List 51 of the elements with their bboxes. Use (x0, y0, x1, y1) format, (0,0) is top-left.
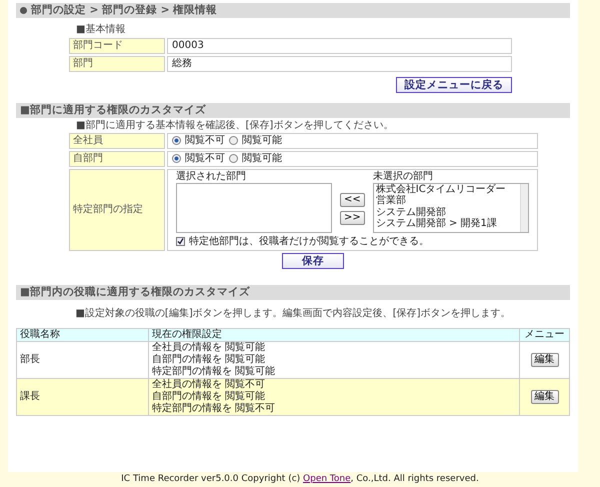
instruction-text: ■部門に適用する基本情報を確認後、[保存]ボタンを押してください。 (76, 120, 394, 132)
permission-text: 自部門の情報を 閲覧可能 (152, 390, 266, 402)
list-item[interactable]: 株式会社ICタイムリコーダー (376, 184, 506, 196)
field-label: 全社員 (69, 132, 165, 149)
field-label: 部門 (69, 56, 165, 72)
column-header: 役職名称 (20, 328, 60, 340)
list-item[interactable]: 営業部 (376, 195, 406, 207)
copyright-text: IC Time Recorder ver5.0.0 Copyright (c) Open Tone, Co.,Ltd. All rights reserved. (121, 474, 479, 485)
field-value: 総務 (167, 56, 512, 72)
field-value: 00003 (167, 38, 512, 54)
permission-text: 特定部門の情報を 閲覧不可 (152, 402, 276, 415)
back-button[interactable]: 設定メニューに戻る (396, 76, 512, 94)
list-item[interactable]: システム開発部 (376, 206, 446, 218)
checkbox[interactable] (176, 237, 185, 246)
scrollbar (520, 184, 528, 232)
column-header: メニュー (524, 328, 564, 340)
edit-button[interactable]: 編集 (530, 390, 558, 404)
section-title: ■部門に適用する権限のカスタマイズ (16, 103, 570, 118)
permission-text: 全社員の情報を 閲覧不可 (152, 378, 266, 390)
radio-button[interactable] (229, 136, 238, 146)
remove-button[interactable]: >> (340, 210, 365, 225)
field-label: 特定部門の指定 (69, 168, 165, 251)
column-header: 現在の権限設定 (152, 328, 222, 340)
unselected-list[interactable]: 株式会社ICタイムリコーダー 営業部 システム開発部 システム開発部 > 開発1課 (372, 182, 529, 233)
radio-label: 閲覧可能 (242, 152, 282, 165)
field-label: 部門コード (69, 38, 165, 54)
add-button[interactable]: << (340, 192, 365, 207)
radio-button[interactable] (172, 136, 181, 146)
edit-button[interactable]: 編集 (530, 352, 558, 367)
radio-label: 閲覧可能 (242, 134, 282, 147)
field-label: 自部門 (69, 150, 165, 167)
save-button[interactable]: 保存 (282, 252, 344, 270)
section-title: ■部門内の役職に適用する権限のカスタマイズ (16, 285, 570, 300)
permission-text: 全社員の情報を 閲覧可能 (152, 342, 266, 354)
checkbox-label: 特定他部門は、役職者だけが閲覧することができる。 (189, 236, 429, 248)
breadcrumb-text: 部門の設定 > 部門の登録 > 権限情報 (31, 4, 218, 17)
radio-label: 閲覧不可 (185, 152, 225, 165)
instruction-text: ■設定対象の役職の[編集]ボタンを押します。編集画面で内容設定後、[保存]ボタンを押します。 (75, 308, 511, 320)
role-name: 課長 (20, 390, 40, 402)
section-heading: ■基本情報 (76, 24, 126, 36)
list-heading: 選択された部門 (176, 170, 246, 183)
list-item[interactable]: システム開発部 > 開発1課 (376, 218, 497, 230)
list-heading: 未選択の部門 (372, 170, 433, 183)
open-tone-link[interactable]: Open Tone (303, 474, 351, 484)
bullet-icon (20, 6, 27, 14)
radio-button[interactable] (229, 154, 238, 164)
permission-text: 自部門の情報を 閲覧可能 (152, 354, 266, 366)
permission-text: 特定部門の情報を 閲覧可能 (152, 366, 276, 378)
radio-button[interactable] (172, 154, 181, 164)
role-name: 部長 (20, 354, 40, 365)
radio-label: 閲覧不可 (185, 134, 225, 147)
